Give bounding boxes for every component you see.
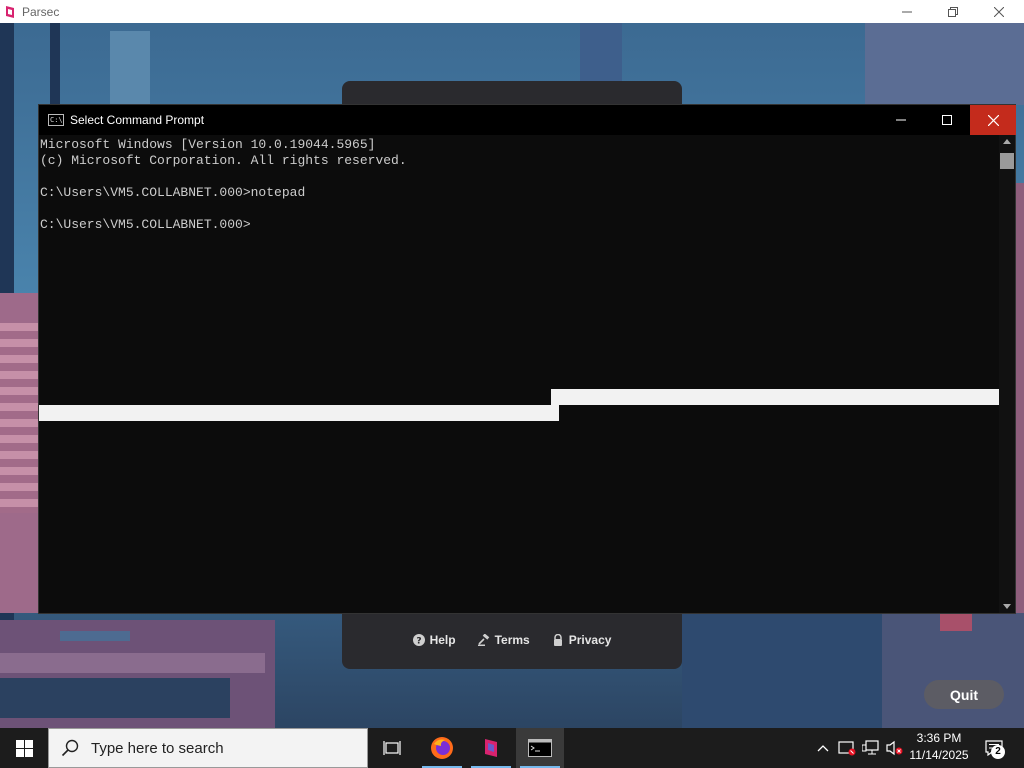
wallpaper-plant [1016,183,1024,623]
parsec-minimize-button[interactable] [884,0,930,23]
search-icon [61,739,79,757]
wallpaper-books [0,323,38,513]
security-alert-icon [838,741,856,756]
search-placeholder: Type here to search [91,739,224,757]
cmd-app-icon: C:\ [48,114,64,126]
scroll-thumb[interactable] [1000,153,1014,169]
cmd-titlebar[interactable]: C:\ Select Command Prompt [39,105,1016,135]
terms-link[interactable]: Terms [477,633,530,647]
chevron-up-icon [817,745,829,752]
firefox-icon [431,737,453,759]
scroll-up-arrow-icon[interactable] [1003,139,1011,144]
wallpaper-wall [865,23,1024,105]
gavel-icon [477,634,489,646]
task-view-icon [383,741,401,755]
wallpaper-panel [580,23,622,81]
parsec-app-icon [485,739,497,757]
minimize-icon [896,119,906,121]
scroll-down-arrow-icon[interactable] [1003,604,1011,609]
volume-muted-icon [886,740,903,756]
close-icon [994,6,1004,17]
taskbar-app-firefox[interactable] [418,728,466,768]
windows-logo-icon [15,739,33,757]
tray-volume-button[interactable] [884,728,906,768]
taskbar-search-box[interactable]: Type here to search [48,728,368,768]
start-button[interactable] [0,728,48,768]
parsec-window-title: Parsec [22,4,60,19]
wallpaper-keyboard [60,631,130,641]
taskbar: Type here to search 3:36 PM 11/14/2025 [0,728,1024,768]
maximize-icon [942,115,952,125]
notification-count-badge: 2 [991,745,1005,759]
show-hidden-icons-button[interactable] [814,728,832,768]
tray-network-button[interactable] [860,728,882,768]
parsec-titlebar: Parsec [0,0,1024,23]
cmd-console-output[interactable]: Microsoft Windows [Version 10.0.19044.59… [39,135,999,613]
command-prompt-window[interactable]: C:\ Select Command Prompt Microsoft Wind… [38,104,1016,614]
svg-text:?: ? [416,637,421,647]
wallpaper-panel [110,31,150,105]
minimize-icon [902,11,912,12]
wallpaper-desk-top [0,653,265,673]
cmd-window-title: Select Command Prompt [70,113,205,127]
text-selection-highlight [551,389,999,405]
clock-date: 11/14/2025 [909,748,969,762]
restore-icon [948,6,958,17]
cmd-maximize-button[interactable] [924,105,970,135]
cmd-vertical-scrollbar[interactable] [999,135,1015,613]
wallpaper-pillar [50,23,60,105]
console-line: C:\Users\VM5.COLLABNET.000>notepad [40,185,306,200]
console-line: (c) Microsoft Corporation. All rights re… [40,153,407,168]
parsec-footer-links: ? Help Terms Privacy [342,628,682,652]
command-prompt-icon [528,739,552,757]
network-icon [862,740,879,755]
close-icon [987,114,999,126]
wallpaper-floor [682,613,882,728]
parsec-close-button[interactable] [976,0,1022,23]
console-prompt-line: C:\Users\VM5.COLLABNET.000> [40,217,251,232]
taskbar-clock[interactable]: 3:36 PM 11/14/2025 [904,730,974,766]
tray-security-button[interactable] [836,728,858,768]
parsec-restore-button[interactable] [930,0,976,23]
text-selection-highlight [39,405,559,421]
parsec-logo-icon [6,5,14,18]
clock-time: 3:36 PM [916,731,962,745]
lock-icon [553,634,562,646]
privacy-link[interactable]: Privacy [552,633,611,647]
taskbar-app-parsec[interactable] [467,728,515,768]
quit-button[interactable]: Quit [924,680,1004,709]
task-view-button[interactable] [368,728,416,768]
cmd-close-button[interactable] [970,105,1016,135]
help-link[interactable]: ? Help [412,633,456,647]
wallpaper-decor [940,613,972,631]
wallpaper-drawer [0,678,230,718]
help-icon: ? [412,634,425,647]
cmd-minimize-button[interactable] [878,105,924,135]
taskbar-app-command-prompt[interactable] [516,728,564,768]
console-line: Microsoft Windows [Version 10.0.19044.59… [40,137,376,152]
